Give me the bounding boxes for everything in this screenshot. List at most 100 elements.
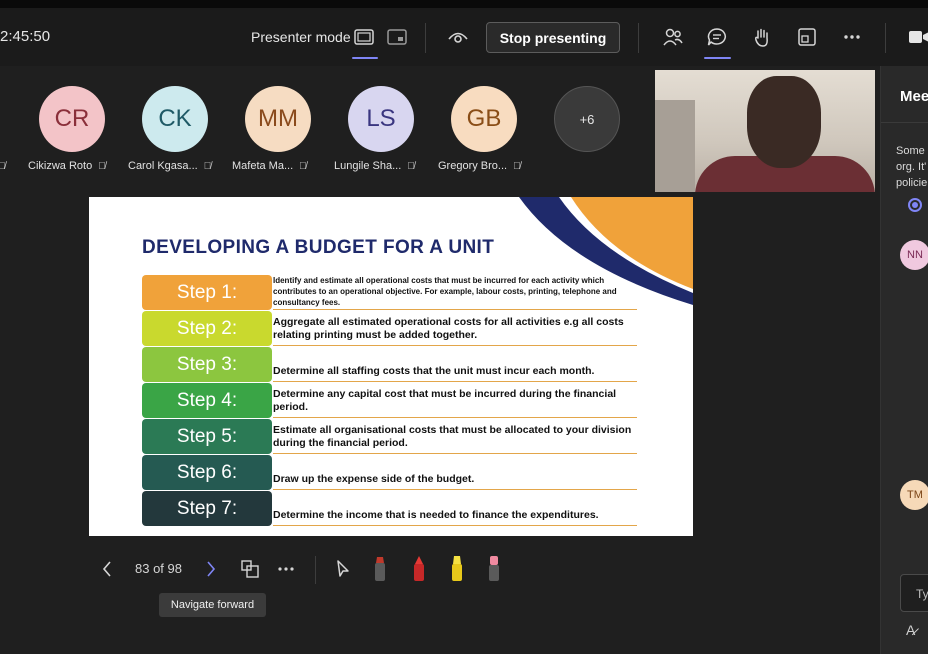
red-pen-icon[interactable]	[411, 555, 427, 583]
step-description-text: Determine the income that is needed to f…	[273, 509, 599, 521]
panel-divider	[881, 122, 928, 123]
black-pen-icon[interactable]	[372, 555, 388, 583]
mic-off-icon: 🎙̸	[203, 161, 212, 172]
toolbar-divider	[885, 23, 886, 53]
camera-icon[interactable]	[905, 23, 928, 51]
participant-name-text: Gregory Bro...	[438, 160, 508, 172]
toolbar-divider	[638, 23, 639, 53]
controls-divider	[315, 556, 316, 584]
more-options-icon	[278, 567, 294, 571]
compose-message-field[interactable]: Ty	[900, 574, 928, 612]
step-description: Determine the income that is needed to f…	[273, 491, 637, 526]
step-description: Determine all staffing costs that the un…	[273, 347, 637, 382]
participant-mic-off-icon: 🎙̸	[0, 161, 6, 172]
step-label: Step 4:	[142, 383, 272, 418]
video-person-head	[747, 76, 821, 168]
avatar: +6	[554, 86, 620, 152]
meeting-chat-panel: Mee Some org. It' policie NN TM Ty A̷	[880, 66, 928, 654]
avatar: MM	[245, 86, 311, 152]
participant-name: Lungile Sha... 🎙̸	[334, 160, 415, 172]
navigate-back-button[interactable]	[96, 556, 118, 582]
more-options-icon[interactable]	[838, 23, 866, 51]
mic-off-icon: 🎙̸	[299, 161, 307, 172]
chat-preview-line: org. It'	[896, 161, 927, 173]
radio-option[interactable]	[908, 198, 922, 212]
avatar[interactable]: TM	[900, 480, 928, 510]
participant-name-text: Lungile Sha...	[334, 160, 402, 172]
slides-overview-icon	[241, 560, 259, 578]
presentation-slide: DEVELOPING A BUDGET FOR A UNIT Step 1: Id…	[89, 197, 693, 536]
step-description-text: Determine all staffing costs that the un…	[273, 365, 595, 377]
panel-title: Mee	[900, 88, 928, 105]
step-description-text: Determine any capital cost that must be …	[273, 388, 617, 413]
more-slide-options-button[interactable]	[274, 556, 298, 582]
teams-presenter-window: 2:45:50 Presenter mode Stop presenting 🎙…	[0, 0, 928, 654]
eraser-icon[interactable]	[486, 555, 502, 583]
chat-preview-line: policie	[896, 177, 928, 189]
avatar: LS	[348, 86, 414, 152]
content-only-mode-icon[interactable]	[350, 23, 378, 51]
participant-name: Mafeta Ma... 🎙̸	[232, 160, 307, 172]
format-text-icon[interactable]: A̷	[906, 622, 915, 638]
pointer-icon	[337, 560, 349, 577]
more-participants-button[interactable]: +6	[552, 86, 622, 152]
step-description: Aggregate all estimated operational cost…	[273, 311, 637, 346]
view-layout-icon[interactable]	[793, 23, 821, 51]
avatar: CR	[39, 86, 105, 152]
chevron-right-icon	[207, 561, 216, 577]
participant-name-text: Mafeta Ma...	[232, 160, 294, 172]
step-description-text: Estimate all organisational costs that m…	[273, 424, 632, 449]
top-bar: 2:45:50 Presenter mode Stop presenting	[0, 0, 928, 66]
participant-name-text: Cikizwa Roto	[28, 160, 93, 172]
mic-off-icon: 🎙̸	[407, 161, 415, 172]
chevron-left-icon	[102, 561, 111, 577]
step-label: Step 3:	[142, 347, 272, 382]
participant-name: Gregory Bro... 🎙̸	[438, 160, 521, 172]
page-indicator: 83 of 98	[135, 561, 182, 576]
step-label: Step 6:	[142, 455, 272, 490]
participant-tile[interactable]: CK	[140, 86, 210, 152]
presenter-video-tile[interactable]	[655, 70, 875, 192]
participant-name-text: Carol Kgasa...	[128, 160, 198, 172]
stop-presenting-button[interactable]: Stop presenting	[486, 22, 620, 53]
chat-preview-line: Some	[896, 145, 925, 157]
raise-hand-icon[interactable]	[748, 23, 776, 51]
navigate-forward-button[interactable]	[200, 556, 222, 582]
participant-tile[interactable]: MM	[243, 86, 313, 152]
presenter-mode-label: Presenter mode	[251, 29, 351, 45]
step-description: Draw up the expense side of the budget.	[273, 455, 637, 490]
avatar: GB	[451, 86, 517, 152]
avatar[interactable]: NN	[900, 240, 928, 270]
slide-title: DEVELOPING A BUDGET FOR A UNIT	[142, 237, 495, 258]
participant-name: Cikizwa Roto 🎙̸	[28, 160, 106, 172]
toolbar-divider	[425, 23, 426, 53]
navigate-forward-tooltip: Navigate forward	[159, 593, 266, 617]
chat-preview-text: Some org. It' policie	[896, 143, 927, 191]
people-icon[interactable]	[659, 23, 687, 51]
step-label: Step 1:	[142, 275, 272, 310]
video-shelf	[655, 100, 695, 192]
chat-icon[interactable]	[703, 23, 731, 51]
avatar: CK	[142, 86, 208, 152]
chat-active-indicator	[704, 57, 731, 59]
mic-off-icon: 🎙̸	[98, 161, 106, 172]
mic-off-icon: 🎙̸	[513, 161, 521, 172]
step-label: Step 7:	[142, 491, 272, 526]
meeting-timer: 2:45:50	[0, 28, 51, 45]
step-label: Step 5:	[142, 419, 272, 454]
participant-tile[interactable]: LS	[346, 86, 416, 152]
step-description-text: Identify and estimate all operational co…	[273, 276, 617, 307]
step-description-text: Aggregate all estimated operational cost…	[273, 316, 624, 341]
presenter-mode-active-indicator	[352, 57, 378, 59]
standout-mode-icon[interactable]	[383, 23, 411, 51]
participant-tile[interactable]: GB	[449, 86, 519, 152]
step-description-text: Draw up the expense side of the budget.	[273, 473, 475, 485]
step-description: Estimate all organisational costs that m…	[273, 419, 637, 454]
participant-name: Carol Kgasa... 🎙̸	[128, 160, 211, 172]
laser-pointer-button[interactable]	[332, 556, 354, 582]
eye-icon[interactable]	[444, 23, 472, 51]
slide-grid-button[interactable]	[238, 556, 262, 582]
highlighter-icon[interactable]	[449, 555, 465, 583]
participant-tile[interactable]: CR	[37, 86, 107, 152]
step-label: Step 2:	[142, 311, 272, 346]
